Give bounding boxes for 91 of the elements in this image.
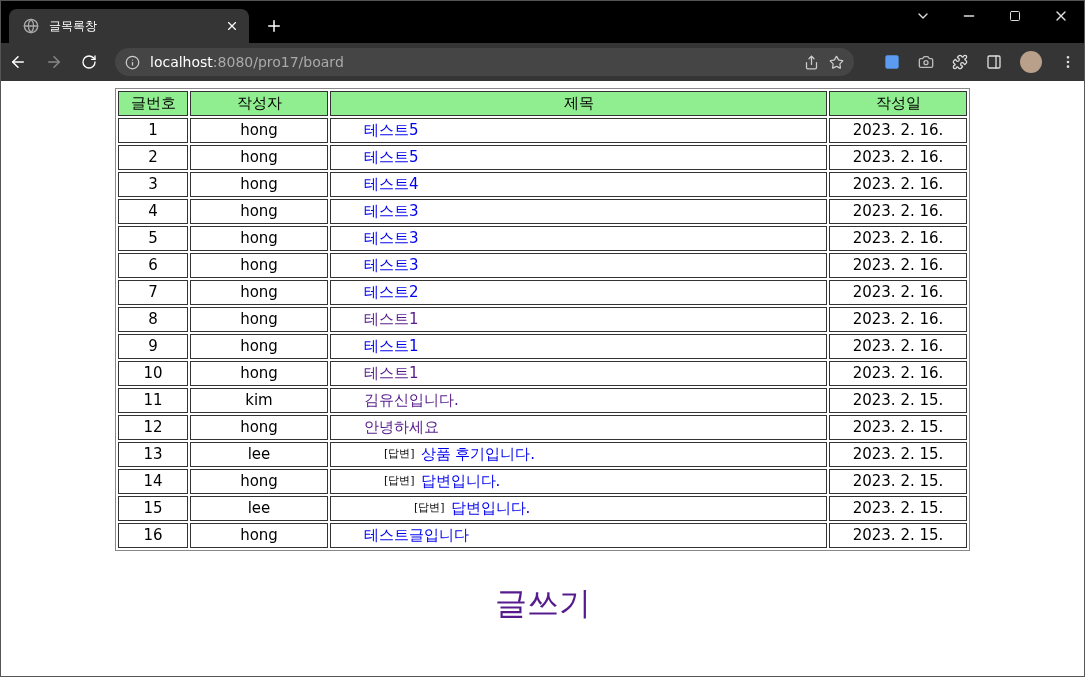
reply-tag: [답변] [414, 502, 445, 515]
table-cell: kim [190, 388, 328, 413]
table-cell: 2023. 2. 16. [829, 172, 967, 197]
table-cell: hong [190, 361, 328, 386]
table-cell: 2023. 2. 16. [829, 199, 967, 224]
table-cell: 4 [118, 199, 188, 224]
post-title-link[interactable]: 테스트5 [364, 149, 419, 166]
column-header: 작성일 [829, 91, 967, 116]
table-cell: 2023. 2. 16. [829, 280, 967, 305]
info-icon [125, 54, 140, 70]
side-panel-icon[interactable] [986, 54, 1002, 70]
table-cell: 2023. 2. 15. [829, 415, 967, 440]
url-text: localhost:8080/pro17/board [150, 54, 345, 70]
table-cell: 2023. 2. 16. [829, 361, 967, 386]
back-button[interactable] [9, 53, 27, 71]
table-cell: 7 [118, 280, 188, 305]
post-title-link[interactable]: 테스트3 [364, 257, 419, 274]
table-cell: 12 [118, 415, 188, 440]
post-title-link[interactable]: 테스트1 [364, 365, 419, 382]
write-link[interactable]: 글쓰기 [494, 582, 591, 626]
maximize-icon[interactable] [1009, 10, 1021, 22]
table-cell: 2023. 2. 15. [829, 442, 967, 467]
post-title-link[interactable]: 테스트1 [364, 311, 419, 328]
post-title-link[interactable]: 테스트3 [364, 203, 419, 220]
table-cell: 2023. 2. 16. [829, 307, 967, 332]
post-title-link[interactable]: 김유신입니다. [364, 392, 459, 409]
table-cell: 5 [118, 226, 188, 251]
table-cell: 2023. 2. 16. [829, 145, 967, 170]
table-cell: 6 [118, 253, 188, 278]
share-icon[interactable] [804, 54, 819, 70]
table-cell: 2023. 2. 16. [829, 334, 967, 359]
post-title-link[interactable]: 상품 후기입니다. [420, 446, 536, 463]
reply-tag: [답변] [384, 475, 415, 488]
table-cell: 15 [118, 496, 188, 521]
tab-title: 글목록창 [49, 17, 98, 35]
reply-tag: [답변] [384, 448, 415, 461]
table-cell: 8 [118, 307, 188, 332]
table-cell: 2023. 2. 15. [829, 523, 967, 548]
table-cell: hong [190, 199, 328, 224]
table-cell: 9 [118, 334, 188, 359]
table-cell: 2023. 2. 16. [829, 253, 967, 278]
profile-avatar[interactable] [1020, 51, 1042, 73]
table-cell: hong [190, 469, 328, 494]
table-cell: 16 [118, 523, 188, 548]
new-tab-button[interactable] [265, 17, 283, 35]
table-cell: 3 [118, 172, 188, 197]
table-cell: 14 [118, 469, 188, 494]
table-cell: hong [190, 118, 328, 143]
table-cell: 2023. 2. 16. [829, 118, 967, 143]
column-header: 글번호 [118, 91, 188, 116]
post-title-link[interactable]: 테스트4 [364, 176, 419, 193]
forward-button[interactable] [45, 53, 63, 71]
post-title-link[interactable]: 테스트1 [364, 338, 419, 355]
post-title-link[interactable]: 테스트5 [364, 122, 419, 139]
close-tab-button[interactable] [225, 19, 239, 33]
table-cell: 2023. 2. 15. [829, 496, 967, 521]
camera-icon[interactable] [918, 54, 934, 70]
table-cell: 2023. 2. 15. [829, 469, 967, 494]
table-cell: lee [190, 496, 328, 521]
table-cell: hong [190, 145, 328, 170]
table-cell: 11 [118, 388, 188, 413]
table-cell: hong [190, 172, 328, 197]
table-cell: 2 [118, 145, 188, 170]
reload-button[interactable] [81, 54, 97, 70]
table-cell: hong [190, 415, 328, 440]
address-bar[interactable]: localhost:8080/pro17/board [115, 48, 854, 76]
post-title-link[interactable]: 테스트글입니다 [364, 527, 469, 544]
table-cell: hong [190, 334, 328, 359]
table-cell: lee [190, 442, 328, 467]
table-cell: 13 [118, 442, 188, 467]
table-cell: 2023. 2. 16. [829, 226, 967, 251]
table-cell: 10 [118, 361, 188, 386]
extensions-icon[interactable] [952, 54, 968, 70]
post-title-link[interactable]: 테스트3 [364, 230, 419, 247]
post-title-link[interactable]: 안녕하세요 [364, 419, 439, 436]
table-cell: hong [190, 253, 328, 278]
column-header: 작성자 [190, 91, 328, 116]
documents-icon[interactable] [884, 54, 900, 70]
post-title-link[interactable]: 테스트2 [364, 284, 419, 301]
bookmark-star-icon[interactable] [829, 54, 844, 70]
globe-icon [23, 18, 39, 34]
table-cell: 1 [118, 118, 188, 143]
column-header: 제목 [330, 91, 827, 116]
post-title-link[interactable]: 답변입니다. [420, 473, 501, 490]
table-cell: hong [190, 523, 328, 548]
table-cell: hong [190, 307, 328, 332]
table-cell: hong [190, 226, 328, 251]
post-title-link[interactable]: 답변입니다. [450, 500, 531, 517]
browser-tab[interactable]: 글목록창 [9, 9, 249, 43]
table-cell: 2023. 2. 15. [829, 388, 967, 413]
table-cell: hong [190, 280, 328, 305]
